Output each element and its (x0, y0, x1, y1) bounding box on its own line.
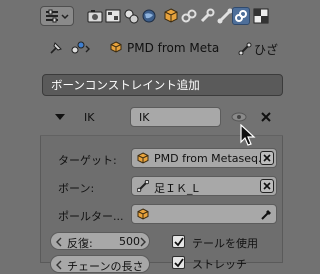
collapse-triangle-icon[interactable] (54, 112, 66, 125)
close-icon (263, 154, 271, 162)
target-field[interactable]: PMD from Metaseq... (131, 148, 277, 168)
bone-label: ボーン: (58, 182, 95, 195)
bone-constraint-icon (235, 10, 247, 22)
target-label: ターゲット: (58, 154, 117, 167)
render-icon (87, 10, 103, 23)
pole-target-label: ポールター... (58, 210, 124, 223)
bone-field[interactable]: 足ＩＫ_L (131, 176, 277, 196)
context-separator-bone-icon (238, 41, 252, 58)
pole-target-field[interactable] (131, 204, 277, 224)
close-icon (261, 112, 271, 122)
object-icon (164, 8, 178, 23)
object-constraint-icon (181, 9, 197, 23)
eyedropper-icon[interactable] (260, 207, 274, 224)
modifiers-tab[interactable] (198, 7, 216, 25)
object-tab[interactable] (162, 7, 180, 25)
render-layers-icon (105, 9, 121, 23)
constraint-name-text: IK (139, 111, 150, 124)
constraint-name-field[interactable]: IK (130, 107, 221, 127)
iterations-label: 反復: (67, 237, 93, 250)
scene-tab[interactable] (122, 7, 140, 25)
decrement-arrow-icon[interactable] (55, 260, 63, 270)
iterations-value: 500 (119, 235, 140, 248)
clear-target-button[interactable] (260, 151, 274, 165)
increment-arrow-icon[interactable] (139, 237, 147, 247)
render-tab[interactable] (86, 7, 104, 25)
use-tail-checkbox[interactable] (172, 235, 185, 248)
object-icon (110, 41, 122, 56)
world-icon (142, 9, 156, 23)
add-bone-constraint-label: ボーンコンストレイント追加 (51, 78, 200, 92)
constraint-type-label: IK (84, 111, 95, 124)
stretch-label: ストレッチ (192, 258, 247, 271)
render-layers-tab[interactable] (104, 7, 122, 25)
pin-icon[interactable] (48, 40, 64, 59)
context-bone-icon (70, 40, 92, 59)
bone-icon (137, 180, 149, 192)
bone-value: 足ＩＫ_L (154, 182, 199, 195)
object-constraint-tab[interactable] (180, 7, 198, 25)
texture-icon (253, 8, 269, 24)
chain-length-label: チェーンの長さ (67, 260, 144, 273)
add-bone-constraint-dropdown[interactable]: ボーンコンストレイント追加 (42, 74, 283, 96)
properties-editor-icon (46, 9, 69, 23)
close-icon (263, 182, 271, 190)
mouse-cursor-icon (240, 123, 256, 149)
delete-constraint-button[interactable] (259, 110, 273, 127)
modifiers-icon (200, 8, 215, 23)
object-icon (137, 152, 149, 164)
context-bone-name: ひざ (254, 43, 279, 57)
texture-tab[interactable] (252, 7, 270, 25)
chain-length-field[interactable]: チェーンの長さ (50, 255, 150, 273)
scene-icon (124, 9, 139, 24)
world-tab[interactable] (140, 7, 158, 25)
decrement-arrow-icon[interactable] (55, 237, 63, 247)
context-object-name: PMD from Meta (127, 41, 220, 55)
bone-constraint-tab[interactable] (232, 7, 250, 25)
editor-type-button[interactable] (40, 6, 74, 26)
use-tail-label: テールを使用 (192, 237, 258, 250)
iterations-field[interactable]: 反復: 500 (50, 232, 150, 250)
target-value: PMD from Metaseq... (154, 152, 269, 165)
object-icon (137, 208, 149, 220)
clear-bone-button[interactable] (260, 179, 274, 193)
checkmark-icon (174, 237, 184, 247)
